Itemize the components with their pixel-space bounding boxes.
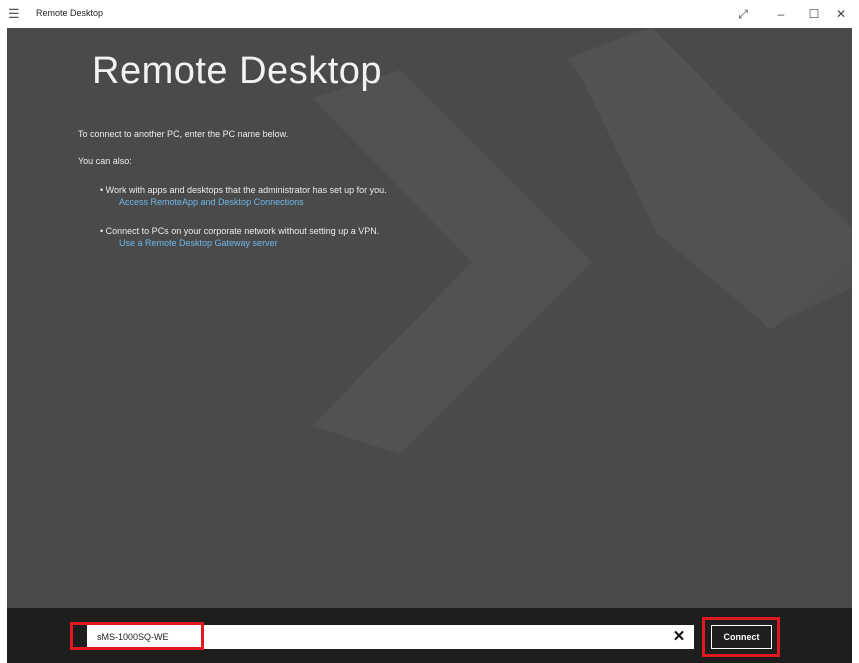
pc-name-input[interactable] xyxy=(87,625,694,649)
connect-bar: ✕ Connect xyxy=(7,608,852,663)
intro-text: To connect to another PC, enter the PC n… xyxy=(78,129,289,139)
hamburger-icon[interactable]: ☰ xyxy=(8,6,24,22)
remoteapp-link[interactable]: Access RemoteApp and Desktop Connections xyxy=(119,197,304,207)
main-content: Remote Desktop To connect to another PC,… xyxy=(7,28,852,608)
chevron-left-shape xyxy=(312,70,592,454)
also-label: You can also: xyxy=(78,156,132,166)
expand-icon[interactable]: ⤢ xyxy=(731,4,755,24)
bullet-text-2: Connect to PCs on your corporate network… xyxy=(105,226,380,236)
bullet-item-2: • Connect to PCs on your corporate netwo… xyxy=(100,226,380,236)
bullet-item-1: • Work with apps and desktops that the a… xyxy=(100,185,387,195)
bullet-text-1: Work with apps and desktops that the adm… xyxy=(105,185,387,195)
window-title: Remote Desktop xyxy=(36,8,104,18)
maximize-icon[interactable]: ☐ xyxy=(802,4,826,24)
close-icon[interactable]: ✕ xyxy=(829,4,853,24)
background-chevrons xyxy=(312,28,852,454)
chevron-right-shape-2 xyxy=(572,28,852,330)
minimize-icon[interactable]: – xyxy=(769,4,793,24)
title-bar: ☰ Remote Desktop ⤢ – ☐ ✕ xyxy=(0,0,859,28)
page-title: Remote Desktop xyxy=(92,50,383,92)
gateway-link[interactable]: Use a Remote Desktop Gateway server xyxy=(119,238,278,248)
clear-icon[interactable]: ✕ xyxy=(667,625,691,649)
connect-button[interactable]: Connect xyxy=(711,625,772,649)
